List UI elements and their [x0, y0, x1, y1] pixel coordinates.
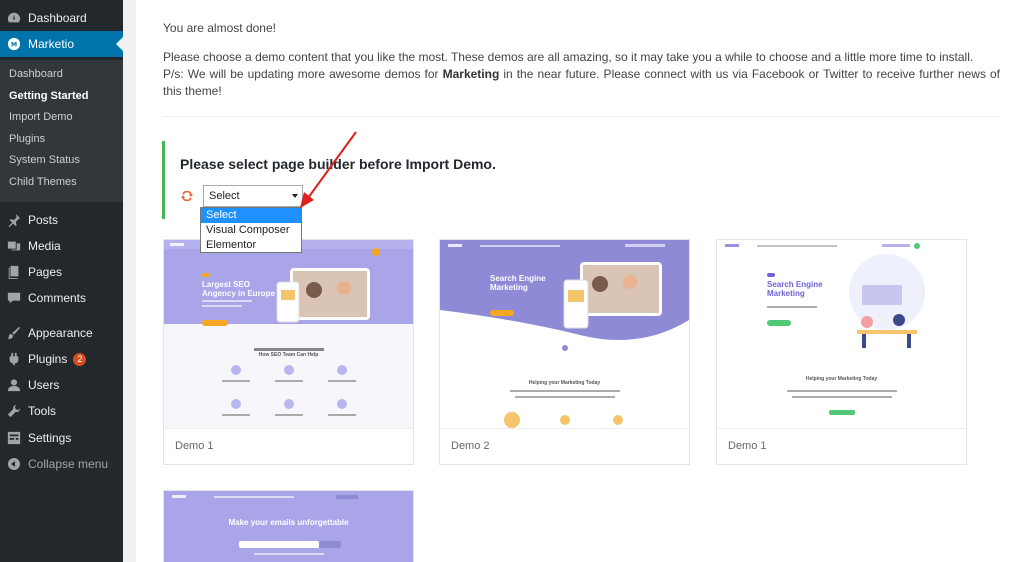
settings-icon	[7, 431, 21, 445]
pages-icon	[7, 265, 21, 279]
submenu-plugins[interactable]: Plugins	[9, 133, 45, 145]
menu-comments[interactable]: Comments	[0, 285, 123, 311]
menu-posts[interactable]: Posts	[0, 207, 123, 233]
menu-label: Users	[28, 378, 60, 392]
demo-hero-text: Search Engine Marketing	[767, 280, 823, 298]
demo-thumbnail[interactable]: Search Engine Marketing Helping your Mar…	[717, 240, 966, 428]
page-builder-options: Select Visual Composer Elementor	[200, 207, 302, 253]
submenu-child-themes[interactable]: Child Themes	[9, 176, 77, 188]
demo-thumbnail[interactable]: Largest SEO Angency in Europe How SEO Te…	[164, 240, 413, 428]
demo-card[interactable]: Make your emails unforgettable	[163, 490, 414, 562]
refresh-icon[interactable]	[180, 189, 194, 203]
demo-thumbnail[interactable]: Make your emails unforgettable	[164, 491, 413, 562]
demo-card[interactable]: Largest SEO Angency in Europe How SEO Te…	[163, 239, 414, 465]
select-value: Select	[209, 190, 240, 202]
intro-heading: You are almost done!	[163, 21, 276, 35]
demo-section-text: Helping your Marketing Today	[528, 380, 601, 386]
wrench-icon	[7, 404, 21, 418]
pin-icon	[7, 213, 21, 227]
menu-users[interactable]: Users	[0, 372, 123, 398]
comment-icon	[7, 291, 21, 305]
marketio-submenu: Dashboard Getting Started Import Demo Pl…	[0, 60, 123, 202]
demo-hero-text: Make your emails unforgettable	[228, 518, 349, 527]
menu-label: Marketio	[28, 37, 75, 51]
active-indicator	[116, 37, 123, 51]
menu-label: Posts	[28, 213, 59, 227]
menu-settings[interactable]: Settings	[0, 425, 123, 451]
demo-hero-text: Search Engine Marketing	[490, 274, 546, 292]
demo-title: Demo 1	[175, 440, 214, 452]
menu-collapse[interactable]: Collapse menu	[0, 451, 123, 477]
demo-section-text: How SEO Team Can Help	[258, 352, 319, 358]
collapse-icon	[7, 457, 21, 471]
intro-text: You are almost done! Please choose a dem…	[163, 20, 1000, 100]
annotation-arrow-icon	[300, 131, 357, 208]
menu-pages[interactable]: Pages	[0, 259, 123, 285]
submenu-getting-started[interactable]: Getting Started	[9, 90, 88, 102]
admin-sidebar: Dashboard M Marketio Dashboard Getting S…	[0, 0, 123, 562]
menu-label: Comments	[28, 291, 87, 305]
menu-marketio[interactable]: M Marketio	[0, 31, 123, 57]
user-icon	[7, 378, 21, 392]
marketing-highlight: Marketing	[442, 67, 500, 81]
menu-label: Tools	[28, 404, 57, 418]
divider	[163, 116, 1001, 117]
menu-label: Plugins	[28, 352, 68, 366]
demo-card[interactable]: Search Engine Marketing Helping your Mar…	[439, 239, 690, 465]
menu-label: Pages	[28, 265, 63, 279]
submenu-dashboard[interactable]: Dashboard	[9, 68, 63, 80]
intro-paragraph: Please choose a demo content that you li…	[163, 50, 1001, 98]
option-visual-composer[interactable]: Visual Composer	[201, 223, 301, 238]
plugins-update-badge: 2	[73, 352, 87, 366]
submenu-import-demo[interactable]: Import Demo	[9, 111, 73, 123]
plugin-icon	[7, 352, 21, 366]
option-elementor[interactable]: Elementor	[201, 238, 301, 253]
demo-section-text: Helping your Marketing Today	[805, 376, 878, 382]
menu-label: Appearance	[28, 326, 93, 340]
menu-media[interactable]: Media	[0, 233, 123, 259]
demo-card[interactable]: Search Engine Marketing Helping your Mar…	[716, 239, 967, 465]
media-icon	[7, 239, 21, 253]
menu-plugins[interactable]: Plugins 2	[0, 346, 123, 372]
menu-tools[interactable]: Tools	[0, 398, 123, 424]
brush-icon	[7, 326, 21, 340]
submenu-system-status[interactable]: System Status	[9, 154, 80, 166]
demo-title: Demo 2	[451, 440, 490, 452]
page-builder-select[interactable]: Select	[203, 185, 303, 207]
svg-text:M: M	[11, 42, 17, 49]
demo-title: Demo 1	[728, 440, 767, 452]
menu-appearance[interactable]: Appearance	[0, 320, 123, 346]
menu-label: Settings	[28, 431, 72, 445]
menu-label: Media	[28, 239, 61, 253]
menu-dashboard[interactable]: Dashboard	[0, 5, 123, 31]
option-select[interactable]: Select	[201, 208, 301, 223]
marketio-logo-icon: M	[7, 37, 21, 51]
menu-label: Collapse menu	[28, 457, 109, 471]
dashboard-icon	[7, 11, 21, 25]
menu-label: Dashboard	[28, 11, 87, 25]
demo-thumbnail[interactable]: Search Engine Marketing Helping your Mar…	[440, 240, 689, 428]
demo-hero-text: Largest SEO Angency in Europe	[202, 280, 275, 298]
